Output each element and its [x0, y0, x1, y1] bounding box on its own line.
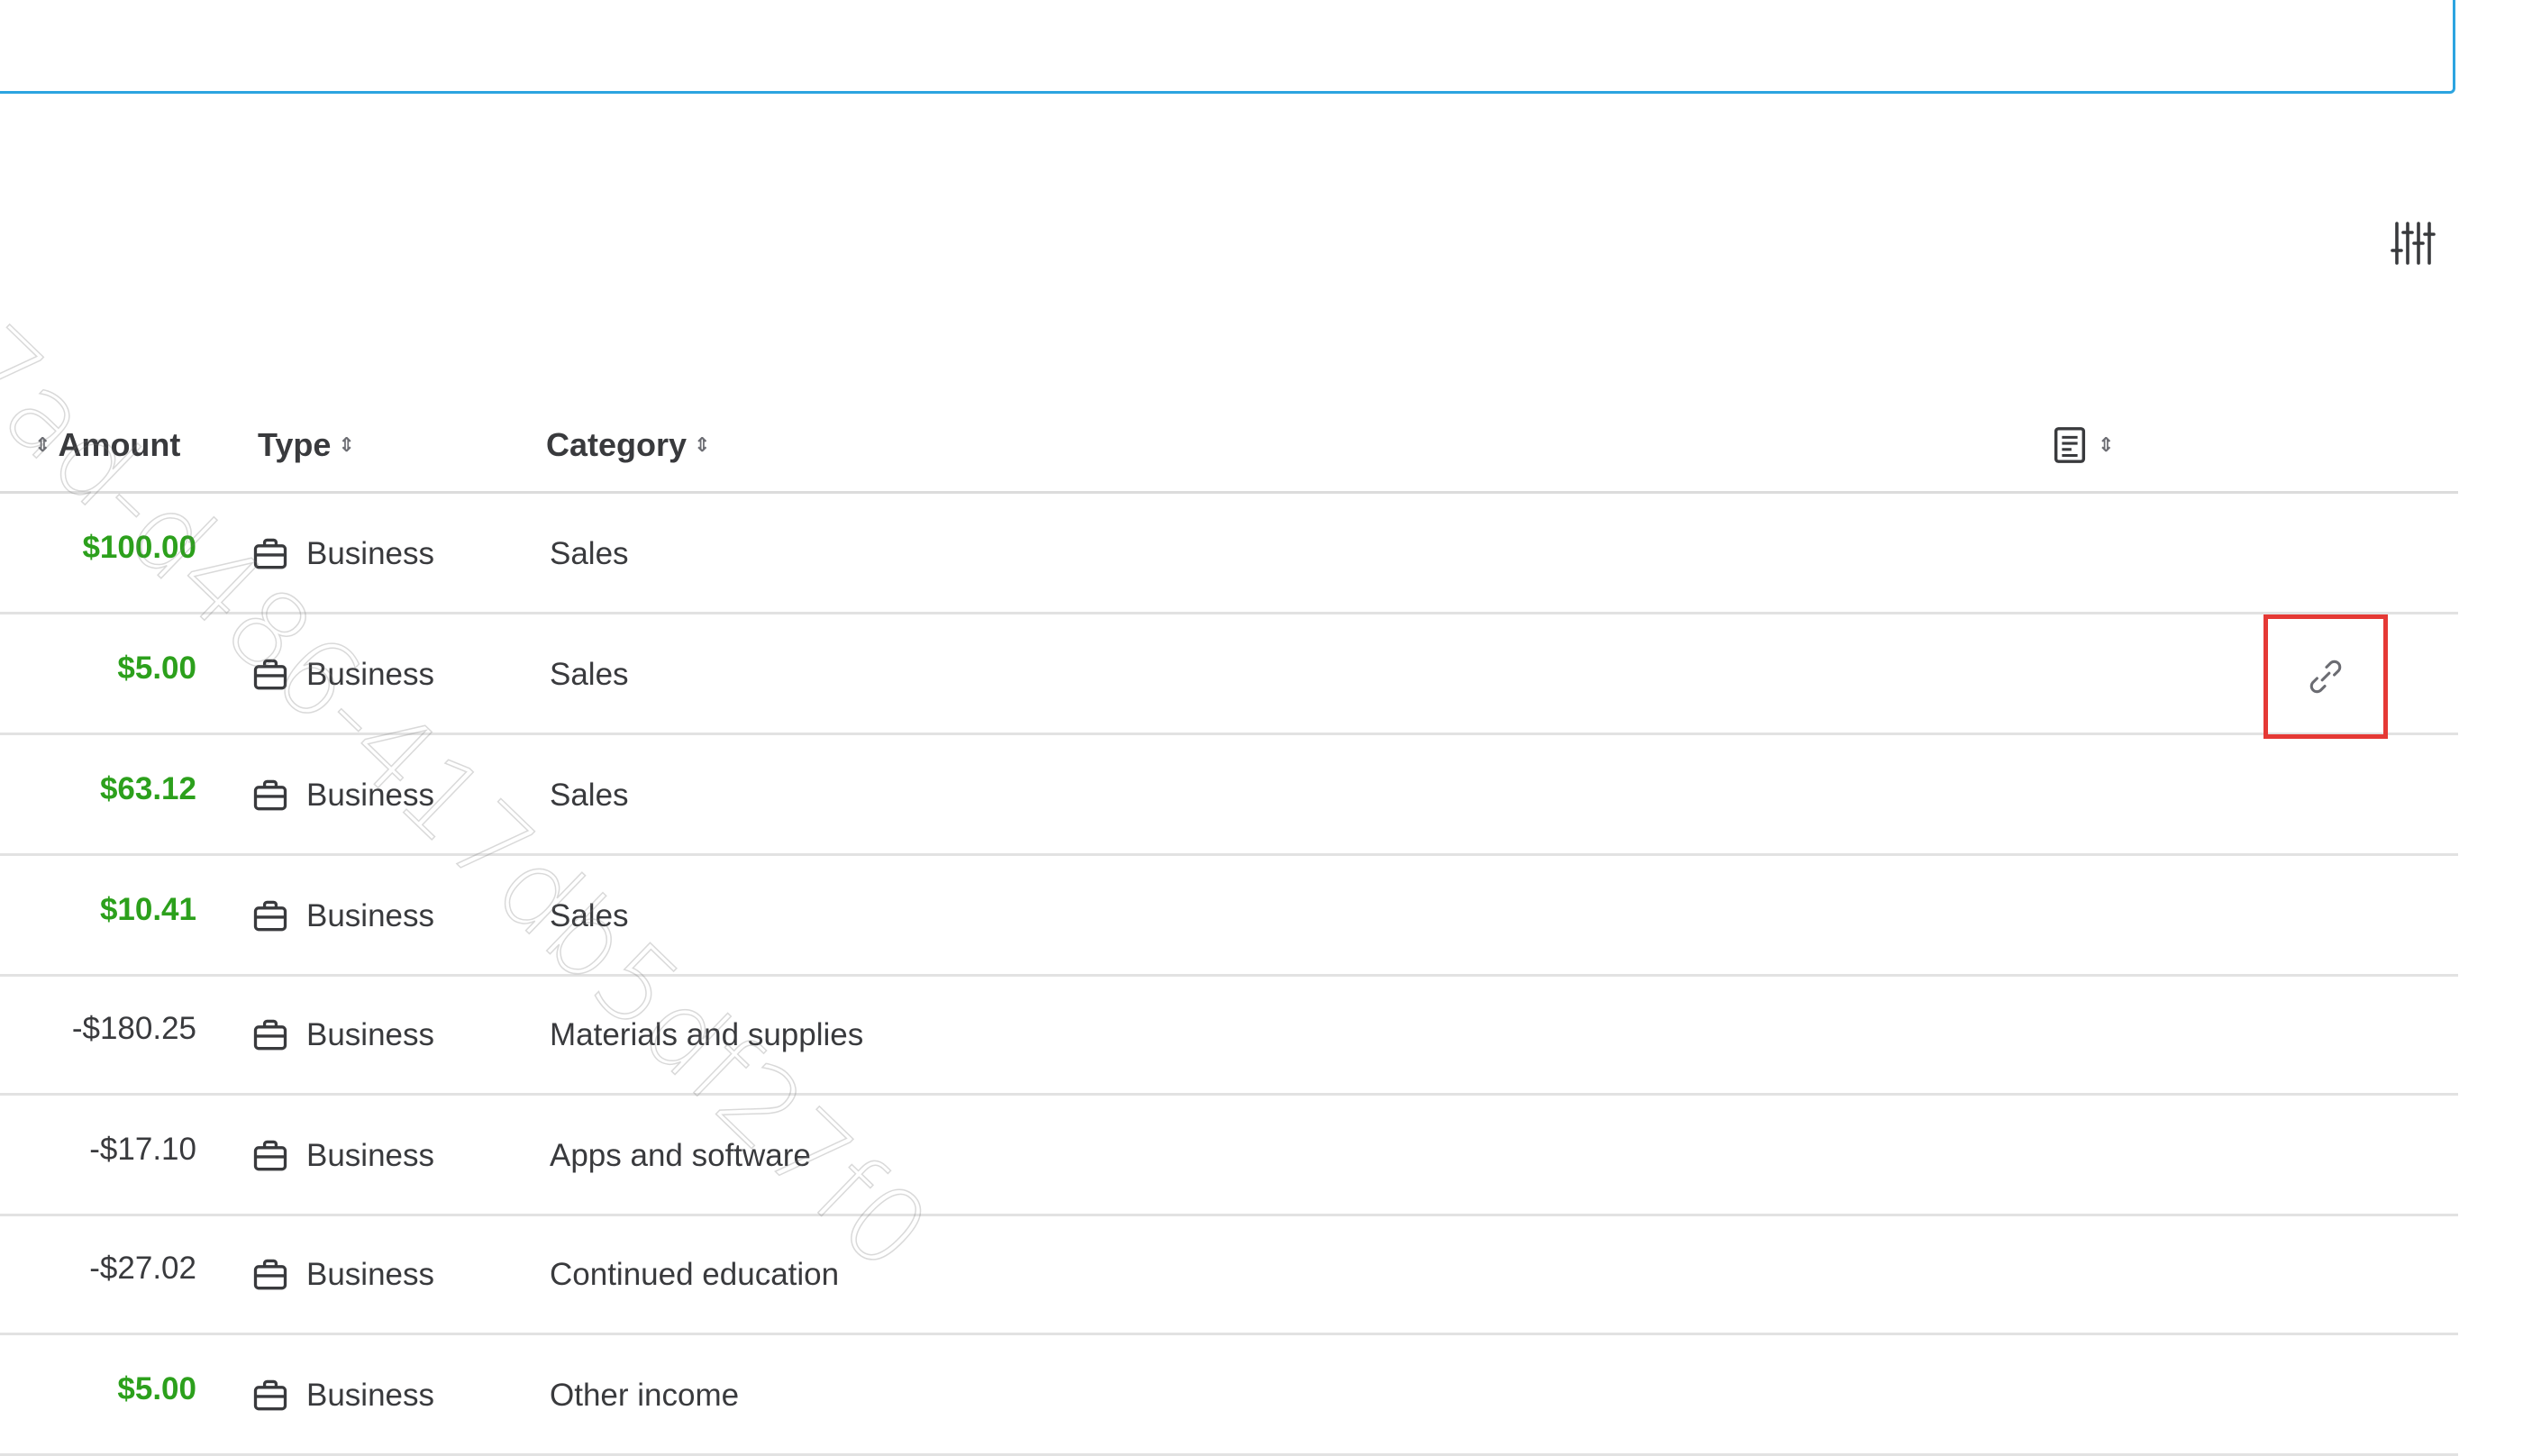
category-cell[interactable]: Sales: [550, 735, 629, 856]
type-label: Business: [306, 1378, 435, 1413]
table-row[interactable]: $100.00 Business Sales: [0, 494, 2458, 614]
type-cell: Business: [250, 1335, 434, 1456]
table-row[interactable]: $10.41 Business Sales: [0, 856, 2458, 977]
briefcase-icon: [253, 1379, 287, 1411]
type-label: Business: [306, 1257, 435, 1292]
type-label: Business: [306, 778, 435, 813]
column-header-amount-label: Amount: [58, 426, 181, 463]
type-label: Business: [306, 657, 435, 692]
amount-cell: $100.00: [82, 530, 196, 565]
category-cell[interactable]: Sales: [550, 614, 629, 735]
category-cell[interactable]: Other income: [550, 1335, 739, 1456]
briefcase-icon: [253, 1140, 287, 1171]
amount-cell: $10.41: [99, 892, 196, 927]
amount-cell: $5.00: [117, 651, 196, 686]
sort-icon: ⇕: [338, 433, 355, 456]
briefcase-icon: [253, 538, 287, 569]
column-header-amount[interactable]: ⇕ Amount: [27, 396, 180, 494]
briefcase-icon: [253, 1019, 287, 1051]
sort-icon: ⇕: [694, 433, 711, 456]
amount-cell: $5.00: [117, 1371, 196, 1406]
table-row[interactable]: -$180.25 Business Materials and supplies: [0, 975, 2458, 1096]
briefcase-icon: [253, 779, 287, 811]
type-cell: Business: [250, 975, 434, 1096]
type-cell: Business: [250, 1215, 434, 1335]
amount-cell: $63.12: [99, 771, 196, 806]
category-cell[interactable]: Continued education: [550, 1215, 839, 1335]
table-row[interactable]: $5.00 Business Other income: [0, 1335, 2458, 1456]
column-header-category-label: Category: [546, 426, 688, 463]
category-cell[interactable]: Materials and supplies: [550, 975, 863, 1096]
type-cell: Business: [250, 1096, 434, 1216]
table-row[interactable]: -$27.02 Business Continued education: [0, 1215, 2458, 1335]
table-row[interactable]: -$17.10 Business Apps and software: [0, 1096, 2458, 1216]
receipt-icon: [2054, 427, 2086, 463]
category-cell[interactable]: Apps and software: [550, 1096, 811, 1216]
type-cell: Business: [250, 856, 434, 977]
briefcase-icon: [253, 659, 287, 690]
type-cell: Business: [250, 614, 434, 735]
type-label: Business: [306, 1138, 435, 1173]
type-cell: Business: [250, 494, 434, 614]
table-row[interactable]: $63.12 Business Sales: [0, 735, 2458, 856]
column-header-receipt[interactable]: ⇕: [2049, 396, 2121, 494]
type-label: Business: [306, 536, 435, 571]
table-settings-button[interactable]: [2386, 216, 2440, 270]
table-row[interactable]: $5.00 Business Sales: [0, 614, 2458, 735]
sort-icon: ⇕: [34, 433, 51, 456]
column-header-type[interactable]: Type ⇕: [258, 396, 362, 494]
type-label: Business: [306, 1017, 435, 1052]
briefcase-icon: [253, 900, 287, 932]
sliders-icon: [2391, 222, 2436, 265]
sort-icon: ⇕: [2098, 433, 2115, 456]
category-cell[interactable]: Sales: [550, 494, 629, 614]
type-cell: Business: [250, 735, 434, 856]
type-label: Business: [306, 898, 435, 933]
briefcase-icon: [253, 1259, 287, 1290]
link-button[interactable]: [2263, 614, 2388, 739]
column-header-type-label: Type: [258, 426, 332, 463]
category-cell[interactable]: Sales: [550, 856, 629, 977]
search-input[interactable]: [0, 0, 2455, 94]
amount-cell: -$17.10: [89, 1132, 196, 1167]
amount-cell: -$180.25: [71, 1011, 196, 1046]
amount-cell: -$27.02: [89, 1251, 196, 1286]
column-header-category[interactable]: Category ⇕: [546, 396, 717, 494]
table-header: ⇕ Amount Type ⇕ Category ⇕ ⇕: [0, 396, 2458, 494]
link-icon: [2309, 660, 2342, 694]
